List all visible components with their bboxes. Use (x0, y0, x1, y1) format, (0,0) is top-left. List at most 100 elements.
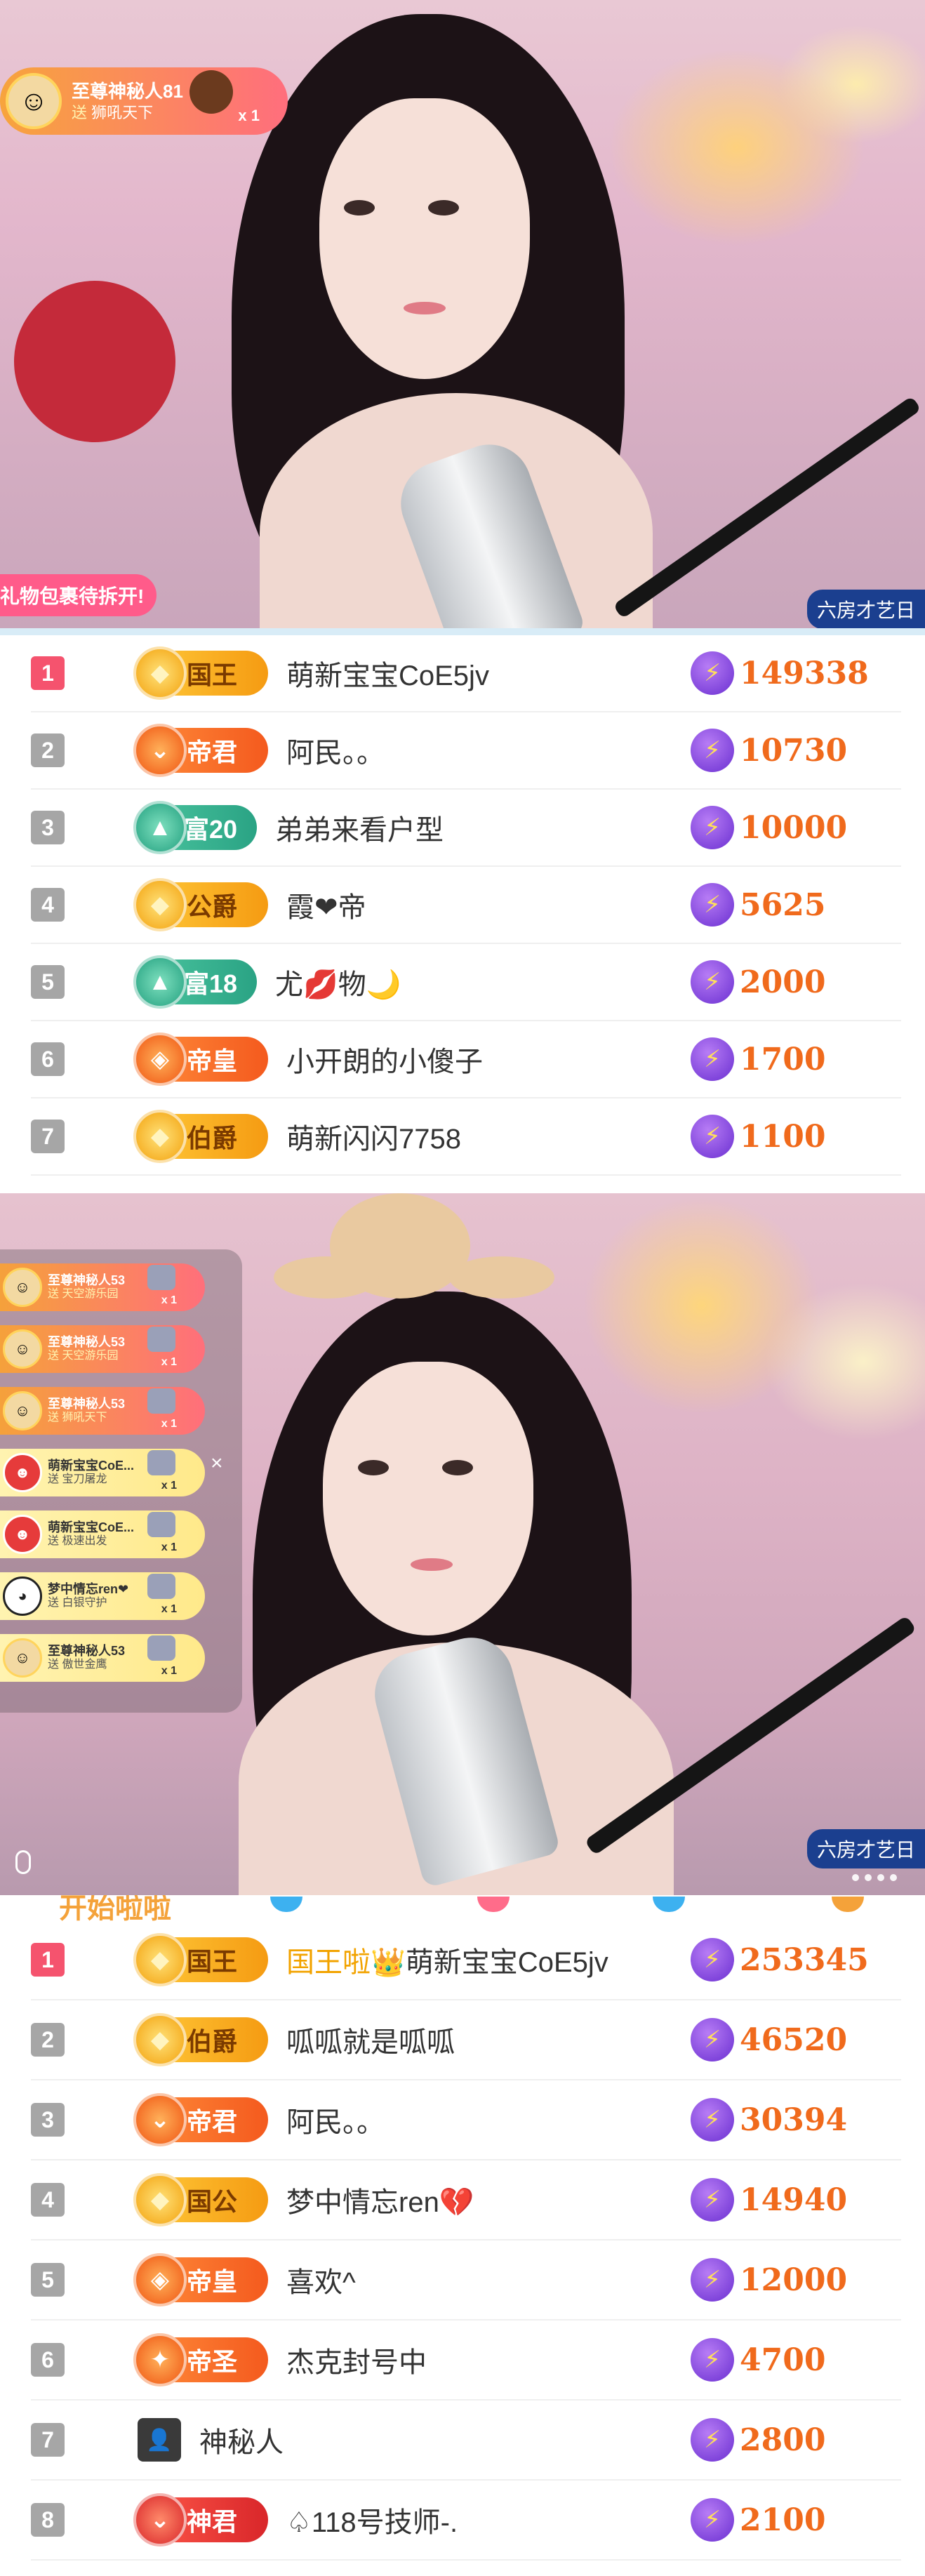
gifter-name: 至尊神秘人53 (48, 1644, 126, 1659)
score-value: 14940 (740, 2182, 848, 2218)
gift-message-item[interactable]: ☺ 至尊神秘人53 送 傲世金鹰 x 1 (0, 1634, 205, 1682)
user-name-text: 弟弟来看户型 (275, 815, 444, 846)
gift-package-banner[interactable]: 礼物包裹待拆开! (0, 574, 157, 616)
user-name[interactable]: 呱呱就是呱呱 (286, 2019, 691, 2060)
gift-message-text: 至尊神秘人53 送 天空游乐园 (48, 1273, 153, 1301)
ranking-row[interactable]: 1 ◆ 国王 萌新宝宝CoE5jv ⚡ 149338 (31, 635, 901, 712)
gift-message-list[interactable]: ☺ 至尊神秘人53 送 天空游乐园 x 1 ☺ 至尊神秘人53 送 天空游乐园 x 1 ☺ 至尊神… (0, 1249, 242, 1713)
score-value: 12000 (740, 2262, 848, 2298)
gift-message-item[interactable]: ☺ 至尊神秘人53 送 狮吼天下 x 1 (0, 1387, 205, 1435)
badge-emblem-icon: ◆ (133, 2013, 187, 2066)
user-name[interactable]: 小开朗的小傻子 (286, 1039, 691, 1080)
badge-emblem-icon: ◆ (133, 2173, 187, 2226)
rank-number: 1 (31, 656, 65, 690)
badge-label: 帝皇 (187, 1047, 238, 1075)
banner-icon (832, 1897, 864, 1912)
ranking-row[interactable]: 8 ⌄ 神君 ♤118号技师-. ⚡ 2100 (31, 2481, 901, 2561)
mic-arm (613, 395, 921, 619)
badge-emblem-icon: ◈ (133, 2253, 187, 2306)
badge-emblem-icon: ✦ (133, 2333, 187, 2386)
gift-action: 送 天空游乐园 (48, 1288, 119, 1301)
user-name[interactable]: 国王啦👑萌新宝宝CoE5jv (286, 1939, 691, 1980)
badge-label: 富20 (184, 815, 238, 844)
ranking-row[interactable]: 4 ◆ 国公 梦中情忘ren💔 ⚡ 14940 (31, 2160, 901, 2240)
close-icon[interactable]: × (211, 1452, 223, 1475)
ranking-row[interactable]: 5 ◈ 帝皇 喜欢^ ⚡ 12000 (31, 2240, 901, 2321)
badge-label: 伯爵 (187, 1124, 238, 1153)
user-name[interactable]: 梦中情忘ren💔 (286, 2179, 691, 2220)
user-name[interactable]: 弟弟来看户型 (275, 807, 691, 848)
gift-message-item[interactable]: ☻ 萌新宝宝CoE... 送 极速出发 x 1 (0, 1511, 205, 1558)
gift-action: 送 宝刀屠龙 (48, 1473, 107, 1486)
user-name[interactable]: 喜欢^ (286, 2259, 691, 2300)
room-tag[interactable]: 六房才艺日 (806, 1829, 925, 1868)
badge-label: 帝君 (187, 738, 238, 766)
ranking-row[interactable]: 6 ◈ 帝皇 小开朗的小傻子 ⚡ 1700 (31, 1021, 901, 1098)
room-tag[interactable]: 六房才艺日 (806, 590, 925, 628)
badge-label: 神君 (187, 2507, 238, 2536)
gift-message-item[interactable]: ☻ 萌新宝宝CoE... 送 宝刀屠龙 x 1 (0, 1449, 205, 1496)
gift-message-item[interactable]: ☺ 至尊神秘人53 送 天空游乐园 x 1 (0, 1263, 205, 1311)
microphone-icon[interactable] (15, 1850, 31, 1874)
noble-badge: ◆ 国王 (133, 646, 268, 700)
ranking-row[interactable]: 4 ◆ 公爵 霞❤帝 ⚡ 5625 (31, 867, 901, 944)
noble-badge: ◆ 伯爵 (133, 2013, 268, 2066)
ranking-row[interactable]: 3 ▲ 富20 弟弟来看户型 ⚡ 10000 (31, 790, 901, 867)
lightning-icon: ⚡ (691, 2338, 734, 2382)
contribution-ranking-1: 1 ◆ 国王 萌新宝宝CoE5jv ⚡ 149338 2 ⌄ 帝君 阿民。。 ⚡ 10730 3 ▲ 富20… (0, 635, 925, 1193)
gift-icon (147, 1450, 175, 1475)
gift-icon (147, 1574, 175, 1599)
user-name[interactable]: 杰克封号中 (286, 2339, 691, 2380)
score-value: 10730 (740, 732, 848, 769)
score-value: 149338 (740, 655, 869, 691)
gift-message-item[interactable]: ◕ 梦中情忘ren❤ 送 白银守护 x 1 (0, 1572, 205, 1620)
gift-notice[interactable]: ☺ 至尊神秘人81 送 狮吼天下 x 1 (0, 67, 288, 135)
ranking-row[interactable]: 2 ◆ 伯爵 呱呱就是呱呱 ⚡ 46520 (31, 2000, 901, 2080)
score-value: 2100 (740, 2502, 826, 2538)
bear-arm-right (449, 1256, 554, 1299)
score-value: 4700 (740, 2342, 826, 2378)
noble-badge: ◈ 帝皇 (133, 1033, 268, 1086)
contribution-score: ⚡ 10000 (691, 806, 901, 849)
user-name[interactable]: 神秘人 (199, 2419, 691, 2460)
user-name-text: 小开朗的小傻子 (286, 1047, 483, 1077)
ranking-row[interactable]: 5 ▲ 富18 尤💋物🌙 ⚡ 2000 (31, 944, 901, 1021)
noble-badge: ⌄ 帝君 (133, 2093, 268, 2146)
ranking-row[interactable]: 1 ◆ 国王 国王啦👑萌新宝宝CoE5jv ⚡ 253345 (31, 1920, 901, 2000)
badge-label: 公爵 (187, 892, 238, 921)
user-name-text: 萌新闪闪7758 (286, 1124, 461, 1155)
gift-message-text: 至尊神秘人53 送 天空游乐园 (48, 1335, 153, 1362)
badge-emblem-icon: ⌄ (133, 724, 187, 777)
lips (411, 1558, 453, 1571)
ranking-row[interactable]: 3 ⌄ 帝君 阿民。。 ⚡ 30394 (31, 2080, 901, 2160)
mystery-user-icon: 👤 (138, 2418, 181, 2462)
ranking-row[interactable]: 7 👤 神秘人 ⚡ 2800 (31, 2401, 901, 2481)
user-name[interactable]: 阿民。。 (286, 2099, 691, 2140)
badge-label: 伯爵 (187, 2027, 238, 2056)
contribution-score: ⚡ 2000 (691, 960, 901, 1004)
contribution-score: ⚡ 5625 (691, 883, 901, 927)
streamer-face (323, 1362, 533, 1635)
gift-action: 送 傲世金鹰 (48, 1659, 107, 1671)
user-name[interactable]: 阿民。。 (286, 730, 691, 771)
user-name[interactable]: 萌新闪闪7758 (286, 1116, 691, 1157)
user-name[interactable]: 萌新宝宝CoE5jv (286, 653, 691, 693)
noble-badge: ⌄ 神君 (133, 2493, 268, 2547)
lightning-icon: ⚡ (691, 2098, 734, 2142)
gifter-name: 梦中情忘ren❤ (48, 1582, 129, 1597)
ranking-row[interactable]: 2 ⌄ 帝君 阿民。。 ⚡ 10730 (31, 712, 901, 790)
contribution-score: ⚡ 10730 (691, 729, 901, 772)
ranking-row[interactable]: 6 ✦ 帝圣 杰克封号中 ⚡ 4700 (31, 2321, 901, 2401)
gifter-avatar: ◕ (3, 1576, 42, 1616)
streamer-face (319, 98, 530, 379)
ranking-row[interactable]: 7 ◆ 伯爵 萌新闪闪7758 ⚡ 1100 (31, 1098, 901, 1176)
banner-icon (270, 1897, 302, 1912)
user-name[interactable]: ♤118号技师-. (286, 2499, 691, 2540)
badge-label: 富18 (184, 969, 238, 998)
gift-message-item[interactable]: ☺ 至尊神秘人53 送 天空游乐园 x 1 (0, 1325, 205, 1373)
contribution-score: ⚡ 12000 (691, 2258, 901, 2302)
user-name[interactable]: 霞❤帝 (286, 884, 691, 925)
user-name[interactable]: 尤💋物🌙 (275, 962, 691, 1002)
live-video-1[interactable]: ☺ 至尊神秘人81 送 狮吼天下 x 1 礼物包裹待拆开! 六房才艺日 (0, 0, 925, 628)
gifter-avatar: ☺ (3, 1268, 42, 1307)
